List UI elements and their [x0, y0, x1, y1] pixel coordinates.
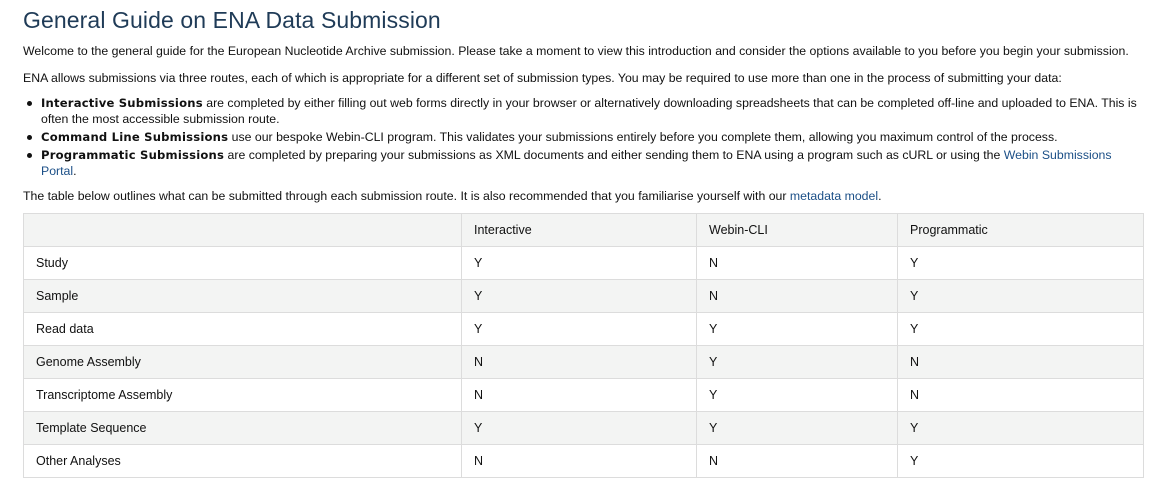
- list-item-interactive: Interactive Submissions are completed by…: [27, 95, 1144, 127]
- cell-interactive: Y: [461, 411, 697, 445]
- table-intro-text: The table below outlines what can be sub…: [23, 189, 790, 203]
- cell-webin-cli: Y: [696, 345, 898, 379]
- submission-types-table: Interactive Webin-CLI Programmatic Study…: [23, 213, 1144, 478]
- cell-webin-cli: N: [696, 279, 898, 313]
- routes-paragraph: ENA allows submissions via three routes,…: [23, 71, 1062, 85]
- cell-programmatic: Y: [897, 246, 1144, 280]
- list-item-command-line: Command Line Submissions use our bespoke…: [27, 129, 1144, 145]
- submission-routes-list: Interactive Submissions are completed by…: [23, 95, 1144, 179]
- table-intro-tail: .: [878, 189, 882, 203]
- route-description-tail: .: [73, 164, 77, 178]
- cell-interactive: Y: [461, 279, 697, 313]
- cell-interactive: Y: [461, 246, 697, 280]
- cell-programmatic: N: [897, 345, 1144, 379]
- row-label: Read data: [23, 312, 462, 346]
- table-row: Template Sequence Y Y Y: [23, 411, 1144, 445]
- cell-programmatic: Y: [897, 411, 1144, 445]
- route-label: Interactive Submissions: [41, 96, 203, 110]
- row-label: Genome Assembly: [23, 345, 462, 379]
- header-cell-webin-cli: Webin-CLI: [696, 213, 898, 247]
- route-label: Programmatic Submissions: [41, 148, 225, 162]
- cell-programmatic: Y: [897, 312, 1144, 346]
- table-intro-paragraph: The table below outlines what can be sub…: [23, 188, 1144, 204]
- cell-webin-cli: N: [696, 246, 898, 280]
- cell-webin-cli: Y: [696, 378, 898, 412]
- table-row: Read data Y Y Y: [23, 312, 1144, 346]
- guide-page: General Guide on ENA Data Submission Wel…: [0, 0, 1144, 478]
- header-cell-interactive: Interactive: [461, 213, 697, 247]
- intro-paragraph: Welcome to the general guide for the Eur…: [23, 44, 1129, 58]
- cell-webin-cli: Y: [696, 411, 898, 445]
- table-row: Study Y N Y: [23, 246, 1144, 280]
- table-row: Sample Y N Y: [23, 279, 1144, 313]
- list-item-programmatic: Programmatic Submissions are completed b…: [27, 147, 1144, 179]
- cell-programmatic: Y: [897, 279, 1144, 313]
- cell-interactive: N: [461, 378, 697, 412]
- route-description: use our bespoke Webin-CLI program. This …: [228, 130, 1058, 144]
- row-label: Template Sequence: [23, 411, 462, 445]
- metadata-model-link[interactable]: metadata model: [790, 189, 878, 203]
- cell-webin-cli: Y: [696, 312, 898, 346]
- row-label: Transcriptome Assembly: [23, 378, 462, 412]
- cell-interactive: Y: [461, 312, 697, 346]
- cell-interactive: N: [461, 345, 697, 379]
- route-description: are completed by preparing your submissi…: [224, 148, 1004, 162]
- row-label: Sample: [23, 279, 462, 313]
- table-row: Genome Assembly N Y N: [23, 345, 1144, 379]
- header-cell-programmatic: Programmatic: [897, 213, 1144, 247]
- table-header-row: Interactive Webin-CLI Programmatic: [23, 213, 1144, 247]
- cell-programmatic: N: [897, 378, 1144, 412]
- table-row: Transcriptome Assembly N Y N: [23, 378, 1144, 412]
- header-cell-empty: [23, 213, 462, 247]
- route-description: are completed by either filling out web …: [41, 96, 1137, 126]
- row-label: Study: [23, 246, 462, 280]
- page-title: General Guide on ENA Data Submission: [23, 7, 441, 33]
- route-label: Command Line Submissions: [41, 130, 229, 144]
